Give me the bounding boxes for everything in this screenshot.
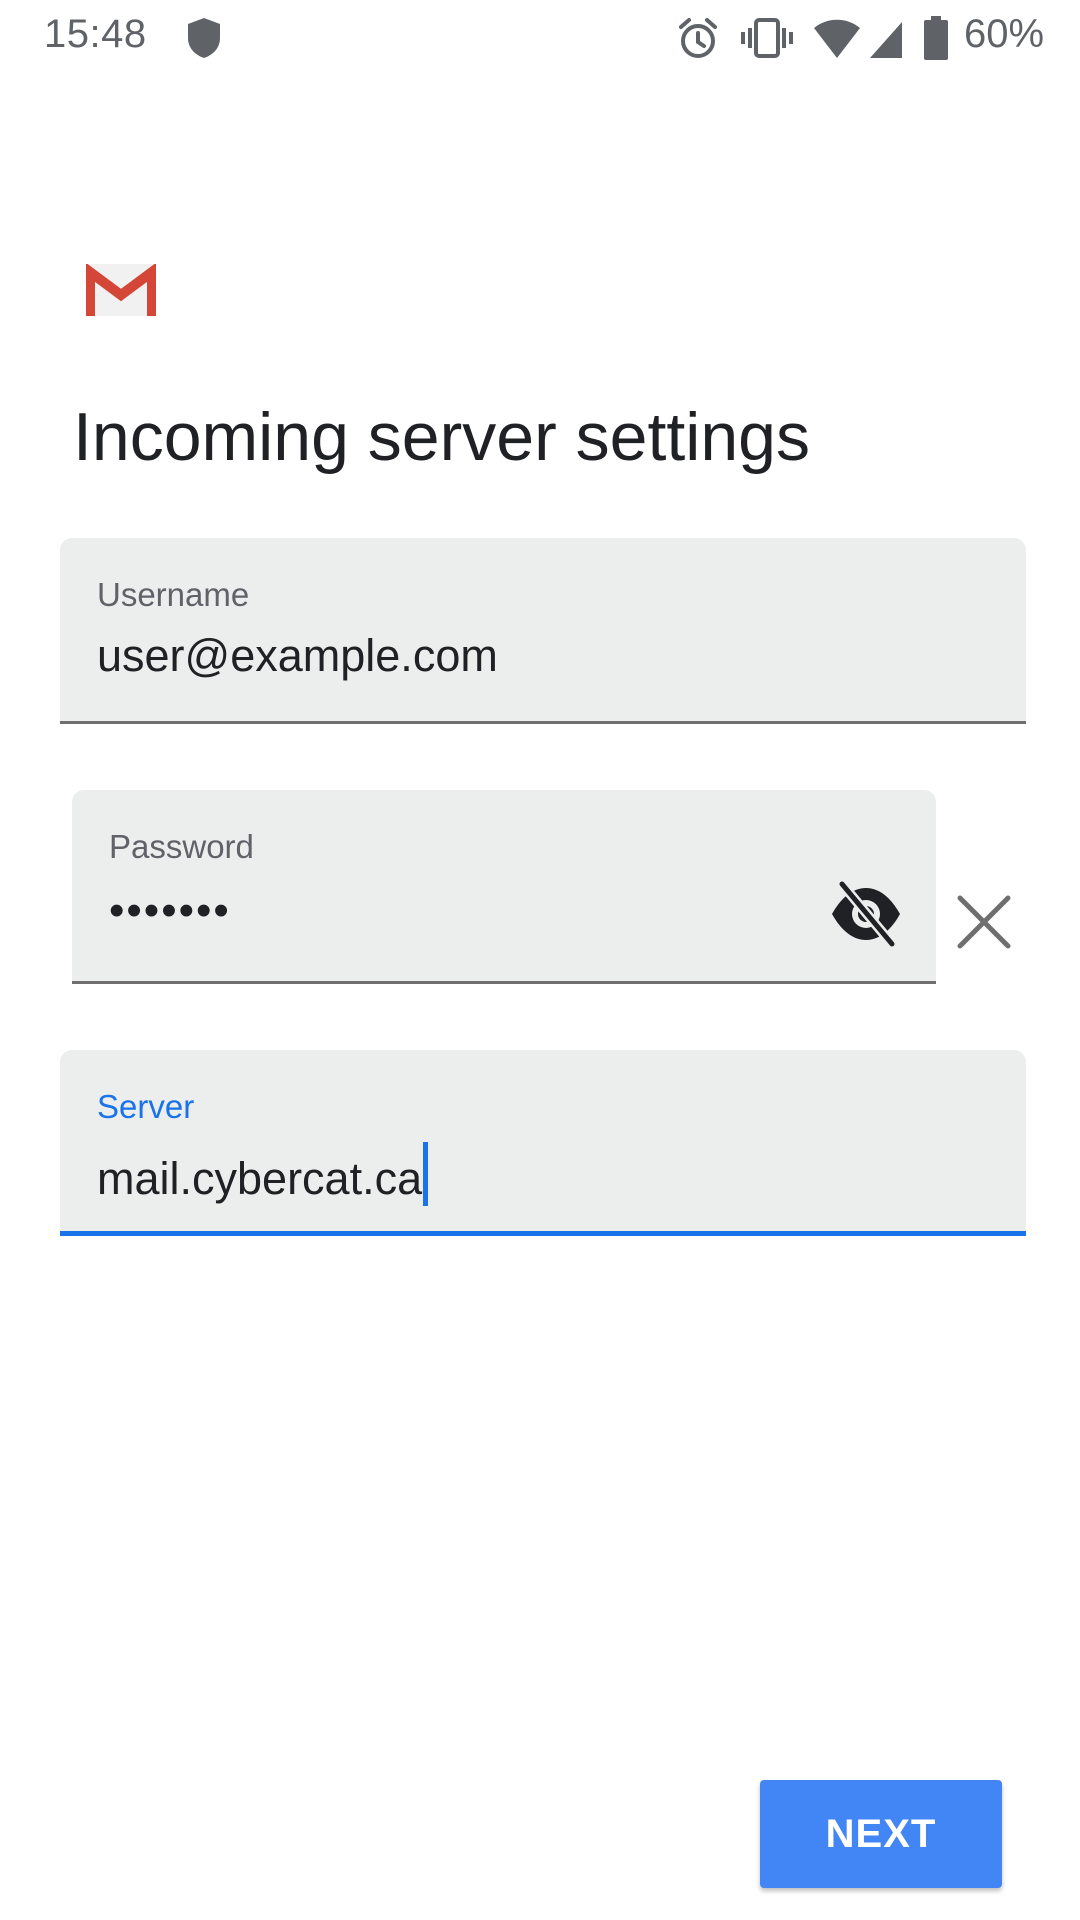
battery-percent: 60% bbox=[964, 12, 1045, 56]
text-cursor bbox=[423, 1142, 429, 1206]
password-field[interactable]: Password ••••••• bbox=[72, 790, 936, 984]
password-label: Password bbox=[109, 828, 254, 865]
username-value[interactable]: user@example.com bbox=[97, 630, 498, 682]
battery-icon bbox=[924, 16, 948, 60]
status-bar: 15:48 60% bbox=[0, 0, 1080, 76]
status-time: 15:48 bbox=[44, 12, 147, 56]
screen: 15:48 60% Incoming server settings Usern… bbox=[0, 0, 1080, 1920]
server-value-wrapper[interactable]: mail.cybercat.ca bbox=[97, 1142, 429, 1206]
username-underline bbox=[60, 721, 1026, 724]
gmail-logo bbox=[86, 264, 156, 316]
page-title: Incoming server settings bbox=[73, 399, 810, 475]
server-value[interactable]: mail.cybercat.ca bbox=[97, 1153, 422, 1204]
password-underline bbox=[72, 981, 936, 984]
server-label: Server bbox=[97, 1088, 195, 1125]
close-icon[interactable] bbox=[954, 892, 1014, 952]
username-field[interactable]: Username user@example.com bbox=[60, 538, 1026, 724]
shield-icon bbox=[188, 18, 220, 58]
signal-icon bbox=[870, 22, 902, 58]
server-field[interactable]: Server mail.cybercat.ca bbox=[60, 1050, 1026, 1236]
visibility-off-icon[interactable] bbox=[828, 876, 904, 952]
server-underline bbox=[60, 1231, 1026, 1236]
wifi-icon bbox=[814, 19, 860, 58]
alarm-icon bbox=[679, 18, 717, 58]
next-button[interactable]: NEXT bbox=[760, 1780, 1002, 1888]
vibrate-icon bbox=[741, 18, 793, 58]
password-value[interactable]: ••••••• bbox=[109, 886, 231, 936]
username-label: Username bbox=[97, 576, 250, 613]
